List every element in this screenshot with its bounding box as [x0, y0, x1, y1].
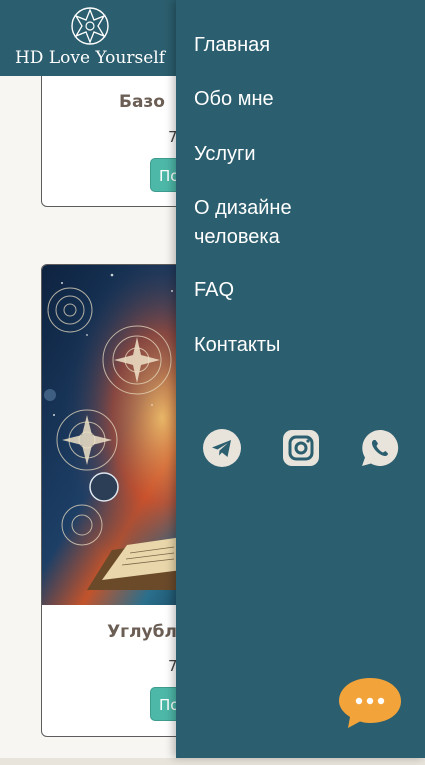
site-logo[interactable]: HD Love Yourself: [10, 6, 170, 70]
nav-drawer: Главная Обо мне Услуги О дизайне человек…: [176, 0, 425, 758]
instagram-icon[interactable]: [281, 428, 321, 468]
menu-item-human-design[interactable]: О дизайне человека: [194, 194, 414, 252]
logo-text: HD Love Yourself: [14, 48, 166, 68]
mandala-star-icon: [71, 7, 109, 45]
menu-item-services[interactable]: Услуги: [194, 140, 414, 169]
telegram-icon[interactable]: [202, 428, 242, 468]
whatsapp-icon[interactable]: [360, 428, 400, 468]
chat-bubble-icon[interactable]: [338, 676, 402, 730]
menu-item-home[interactable]: Главная: [194, 31, 414, 60]
menu-item-contacts[interactable]: Контакты: [194, 331, 414, 360]
page-bottom-strip: [0, 758, 425, 765]
menu-item-faq[interactable]: FAQ: [194, 276, 414, 305]
menu-item-about[interactable]: Обо мне: [194, 85, 414, 114]
